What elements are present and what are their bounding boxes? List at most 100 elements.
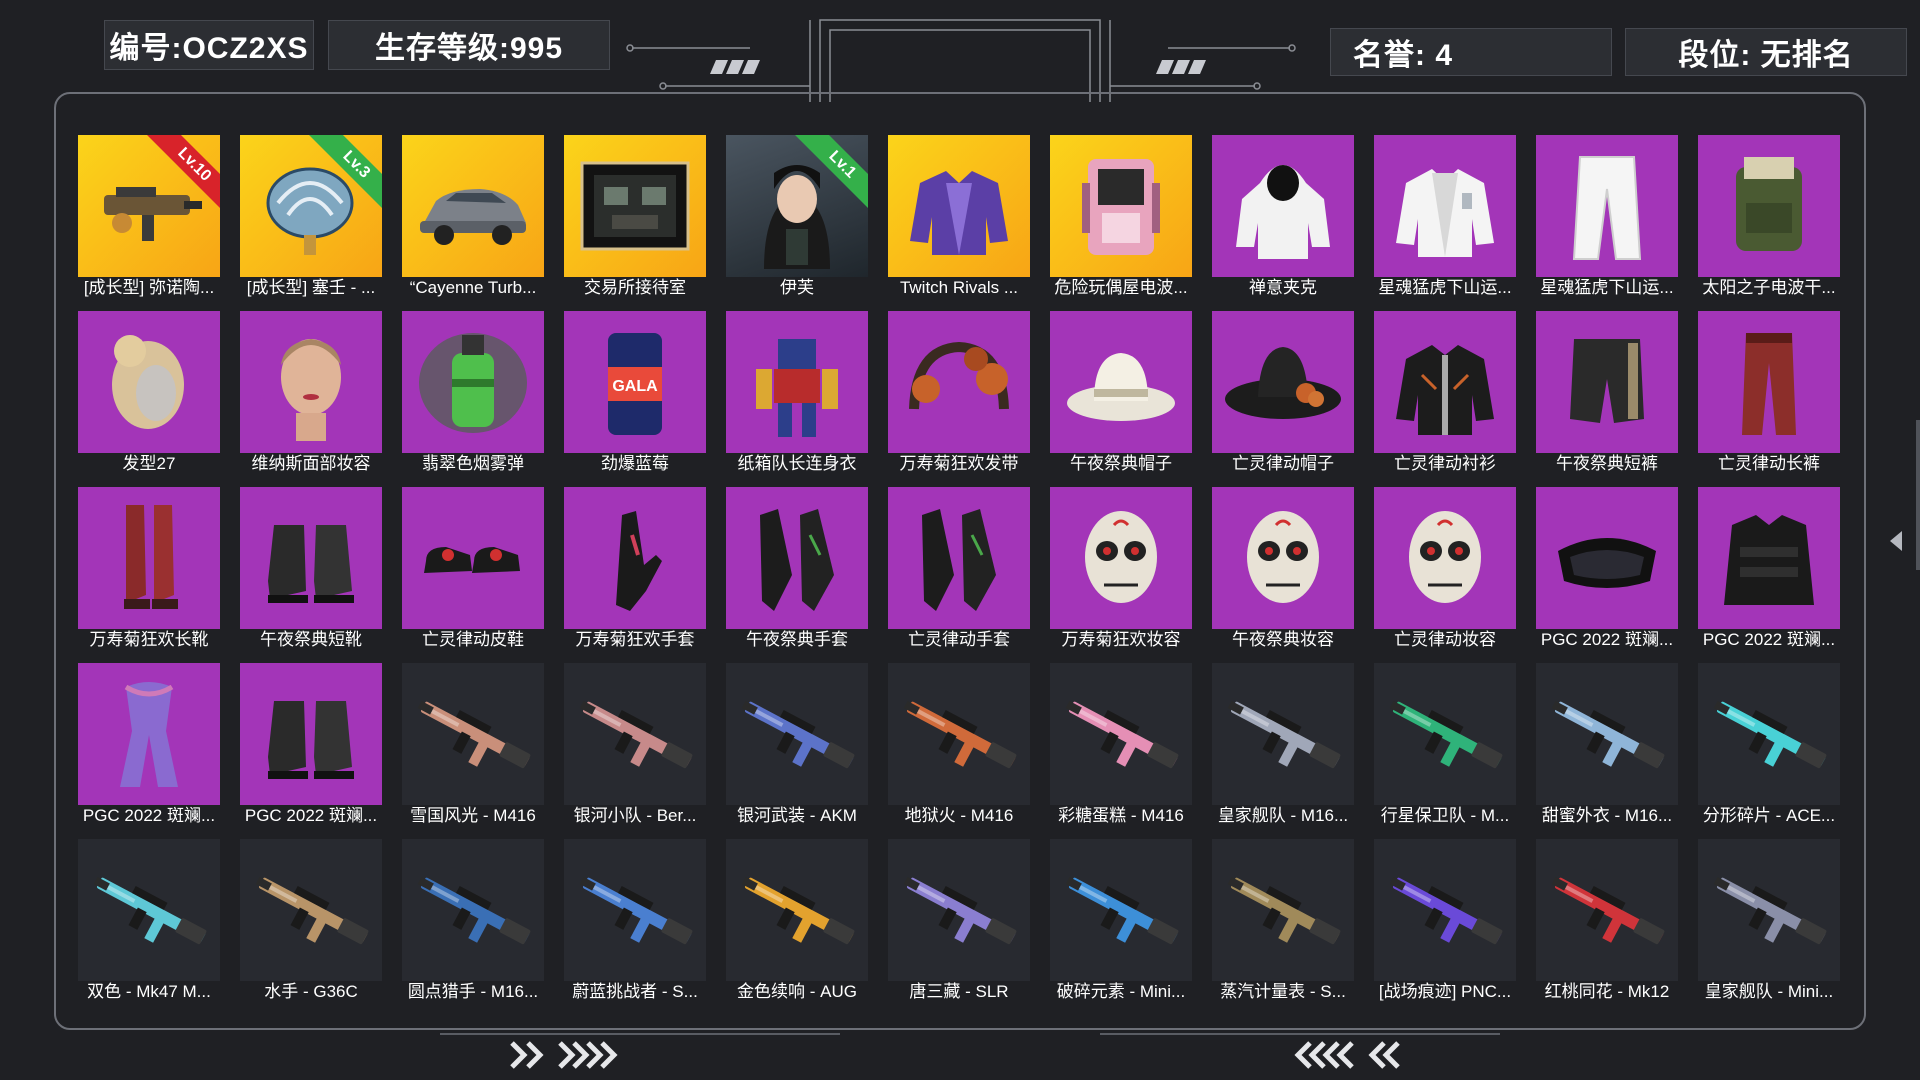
inventory-item[interactable]: Lv.10 [成长型] 弥诺陶... [78, 135, 220, 299]
inventory-item[interactable]: 银河小队 - Ber... [564, 663, 706, 827]
inventory-item[interactable]: PGC 2022 斑斓... [1536, 487, 1678, 651]
smoke-grenade-icon [419, 333, 527, 433]
collapse-arrow-icon[interactable] [1888, 530, 1904, 552]
inventory-item[interactable]: 亡灵律动皮鞋 [402, 487, 544, 651]
inventory-item[interactable]: 太阳之子电波干... [1698, 135, 1840, 299]
page-prev-arrows-icon[interactable] [1282, 1040, 1412, 1070]
item-thumbnail [78, 311, 220, 453]
item-thumbnail [240, 839, 382, 981]
item-label: 午夜祭典帽子 [1070, 454, 1172, 473]
inventory-item[interactable]: GALA 劲爆蓝莓 [564, 311, 706, 475]
item-thumbnail [1212, 839, 1354, 981]
inventory-item[interactable]: 维纳斯面部妆容 [240, 311, 382, 475]
inventory-item[interactable]: 甜蜜外衣 - M16... [1536, 663, 1678, 827]
item-thumbnail [402, 135, 544, 277]
inventory-item[interactable]: 万寿菊狂欢妆容 [1050, 487, 1192, 651]
item-label: 星魂猛虎下山运... [1540, 278, 1674, 297]
inventory-item[interactable]: 双色 - Mk47 M... [78, 839, 220, 1003]
inventory-item[interactable]: 雪国风光 - M416 [402, 663, 544, 827]
item-label: 蔚蓝挑战者 - S... [572, 982, 698, 1001]
inventory-item[interactable]: 破碎元素 - Mini... [1050, 839, 1192, 1003]
inventory-item[interactable]: 红桃同花 - Mk12 [1536, 839, 1678, 1003]
jacket-icon [910, 171, 1008, 255]
page-next-arrows-icon[interactable] [508, 1040, 638, 1070]
goggles-icon [1558, 538, 1656, 588]
item-label: 太阳之子电波干... [1702, 278, 1836, 297]
item-label: 维纳斯面部妆容 [251, 454, 371, 473]
inventory-item[interactable]: 亡灵律动长裤 [1698, 311, 1840, 475]
inventory-item[interactable]: 皇家舰队 - M16... [1212, 663, 1354, 827]
item-label: 万寿菊狂欢发带 [899, 454, 1019, 473]
inventory-item[interactable]: 午夜祭典短靴 [240, 487, 382, 651]
header-center-frame [626, 19, 1296, 102]
inventory-item[interactable]: 分形碎片 - ACE... [1698, 663, 1840, 827]
inventory-item[interactable]: “Cayenne Turb... [402, 135, 544, 299]
inventory-item[interactable]: PGC 2022 斑斓... [78, 663, 220, 827]
inventory-item[interactable]: 交易所接待室 [564, 135, 706, 299]
inventory-item[interactable]: 午夜祭典短裤 [1536, 311, 1678, 475]
item-thumbnail [1374, 663, 1516, 805]
item-thumbnail: Lv.1 [726, 135, 868, 277]
item-label: 亡灵律动妆容 [1394, 630, 1496, 649]
inventory-item[interactable]: 纸箱队长连身衣 [726, 311, 868, 475]
inventory-item[interactable]: 地狱火 - M416 [888, 663, 1030, 827]
inventory-item[interactable]: 蒸汽计量表 - S... [1212, 839, 1354, 1003]
rifle-icon [579, 700, 693, 769]
inventory-item[interactable]: 午夜祭典妆容 [1212, 487, 1354, 651]
item-label: 唐三藏 - SLR [909, 982, 1009, 1001]
inventory-item[interactable]: 蔚蓝挑战者 - S... [564, 839, 706, 1003]
inventory-item[interactable]: 午夜祭典帽子 [1050, 311, 1192, 475]
item-label: [成长型] 弥诺陶... [83, 278, 215, 297]
inventory-item[interactable]: 禅意夹克 [1212, 135, 1354, 299]
inventory-item[interactable]: 亡灵律动帽子 [1212, 311, 1354, 475]
inventory-item[interactable]: 午夜祭典手套 [726, 487, 868, 651]
scrollbar[interactable] [1916, 420, 1920, 570]
inventory-item[interactable]: 亡灵律动妆容 [1374, 487, 1516, 651]
item-label: 亡灵律动衬衫 [1394, 454, 1496, 473]
inventory-item[interactable]: 金色续响 - AUG [726, 839, 868, 1003]
hair-icon [112, 335, 184, 429]
vest-icon [1724, 515, 1814, 605]
item-thumbnail [1212, 487, 1354, 629]
inventory-item[interactable]: 银河武装 - AKM [726, 663, 868, 827]
inventory-item[interactable]: 万寿菊狂欢手套 [564, 487, 706, 651]
rifle-icon [741, 876, 855, 945]
item-label: 伊芙 [780, 278, 814, 297]
inventory-item[interactable]: 万寿菊狂欢长靴 [78, 487, 220, 651]
item-label: 地狱火 - M416 [904, 806, 1014, 825]
room-scene-icon [580, 161, 690, 251]
inventory-item[interactable]: Lv.1 伊芙 [726, 135, 868, 299]
inventory-item[interactable]: 亡灵律动手套 [888, 487, 1030, 651]
inventory-item[interactable]: 唐三藏 - SLR [888, 839, 1030, 1003]
inventory-item[interactable]: 彩糖蛋糕 - M416 [1050, 663, 1192, 827]
item-thumbnail [1050, 839, 1192, 981]
rifle-icon [1065, 876, 1179, 945]
rifle-icon [1389, 876, 1503, 945]
inventory-item[interactable]: 星魂猛虎下山运... [1374, 135, 1516, 299]
inventory-item[interactable]: 星魂猛虎下山运... [1536, 135, 1678, 299]
inventory-item[interactable]: 皇家舰队 - Mini... [1698, 839, 1840, 1003]
item-thumbnail: Lv.3 [240, 135, 382, 277]
inventory-item[interactable]: 水手 - G36C [240, 839, 382, 1003]
inventory-item[interactable]: Lv.3 [成长型] 塞壬 - ... [240, 135, 382, 299]
item-label: [战场痕迹] PNC... [1378, 982, 1512, 1001]
inventory-item[interactable]: 翡翠色烟雾弹 [402, 311, 544, 475]
item-label: 午夜祭典短靴 [260, 630, 362, 649]
inventory-item[interactable]: [战场痕迹] PNC... [1374, 839, 1516, 1003]
inventory-item[interactable]: Twitch Rivals ... [888, 135, 1030, 299]
inventory-item[interactable]: 万寿菊狂欢发带 [888, 311, 1030, 475]
inventory-item[interactable]: 危险玩偶屋电波... [1050, 135, 1192, 299]
inventory-item[interactable]: PGC 2022 斑斓... [240, 663, 382, 827]
inventory-item[interactable]: PGC 2022 斑斓... [1698, 487, 1840, 651]
item-label: 金色续响 - AUG [737, 982, 857, 1001]
inventory-item[interactable]: 亡灵律动衬衫 [1374, 311, 1516, 475]
item-thumbnail [564, 135, 706, 277]
inventory-item[interactable]: 行星保卫队 - M... [1374, 663, 1516, 827]
inventory-item[interactable]: 圆点猎手 - M16... [402, 839, 544, 1003]
item-label: 午夜祭典短裤 [1556, 454, 1658, 473]
inventory-grid: Lv.10 [成长型] 弥诺陶... Lv.3 [成长型] 塞壬 - ... “Caye… [78, 135, 1840, 1003]
inventory-item[interactable]: 发型27 [78, 311, 220, 475]
rank-text: 段位: 无排名 [1678, 39, 1854, 72]
item-thumbnail [564, 663, 706, 805]
item-thumbnail [1050, 135, 1192, 277]
